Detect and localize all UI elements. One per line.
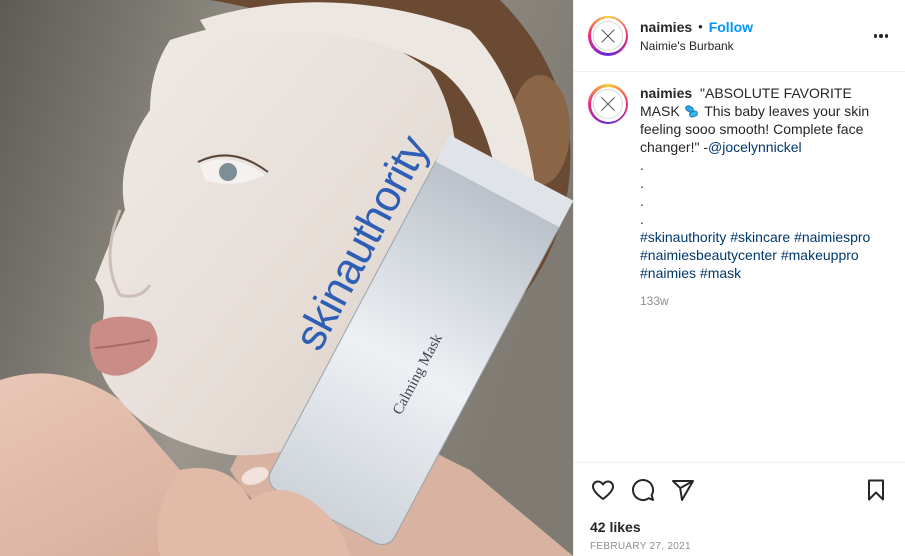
pill-emoji-icon — [683, 104, 699, 119]
naimies-logo-icon — [593, 89, 623, 119]
separator-dot: • — [698, 19, 703, 34]
caption-avatar[interactable] — [588, 84, 628, 124]
location-link[interactable]: Naimie's Burbank — [640, 39, 753, 53]
post-header: naimies • Follow Naimie's Burbank — [574, 0, 905, 72]
post-date: FEBRUARY 27, 2021 — [590, 541, 691, 552]
caption-text: naimies "ABSOLUTE FAVORITE MASK This bab… — [640, 84, 880, 310]
avatar[interactable] — [588, 15, 628, 56]
post-time-ago[interactable]: 133w — [640, 292, 880, 310]
naimies-logo-icon — [593, 20, 623, 51]
comment-icon[interactable] — [630, 477, 656, 503]
bookmark-icon[interactable] — [863, 477, 889, 503]
actions-bar: 42 likes FEBRUARY 27, 2021 — [574, 462, 905, 552]
hashtags[interactable]: #skinauthority #skincare #naimiespro #na… — [640, 228, 880, 282]
heart-icon[interactable] — [590, 477, 616, 503]
paper-plane-icon[interactable] — [670, 477, 696, 503]
photo-illustration — [0, 0, 573, 556]
post-photo[interactable]: skinauthority Calming Mask — [0, 0, 573, 556]
likes-count[interactable]: 42 likes — [590, 519, 889, 535]
caption-dot: . — [640, 175, 644, 191]
username-link[interactable]: naimies — [640, 19, 692, 35]
mention-link[interactable]: @jocelynnickel — [708, 139, 802, 155]
follow-button[interactable]: Follow — [709, 19, 753, 35]
more-options-icon[interactable] — [871, 26, 891, 46]
caption-dot: . — [640, 211, 644, 227]
caption-dot: . — [640, 193, 644, 209]
caption-dot: . — [640, 157, 644, 173]
post-details-panel: naimies • Follow Naimie's Burbank naimie… — [573, 0, 905, 556]
caption: naimies "ABSOLUTE FAVORITE MASK This bab… — [574, 72, 905, 310]
caption-username[interactable]: naimies — [640, 85, 692, 101]
